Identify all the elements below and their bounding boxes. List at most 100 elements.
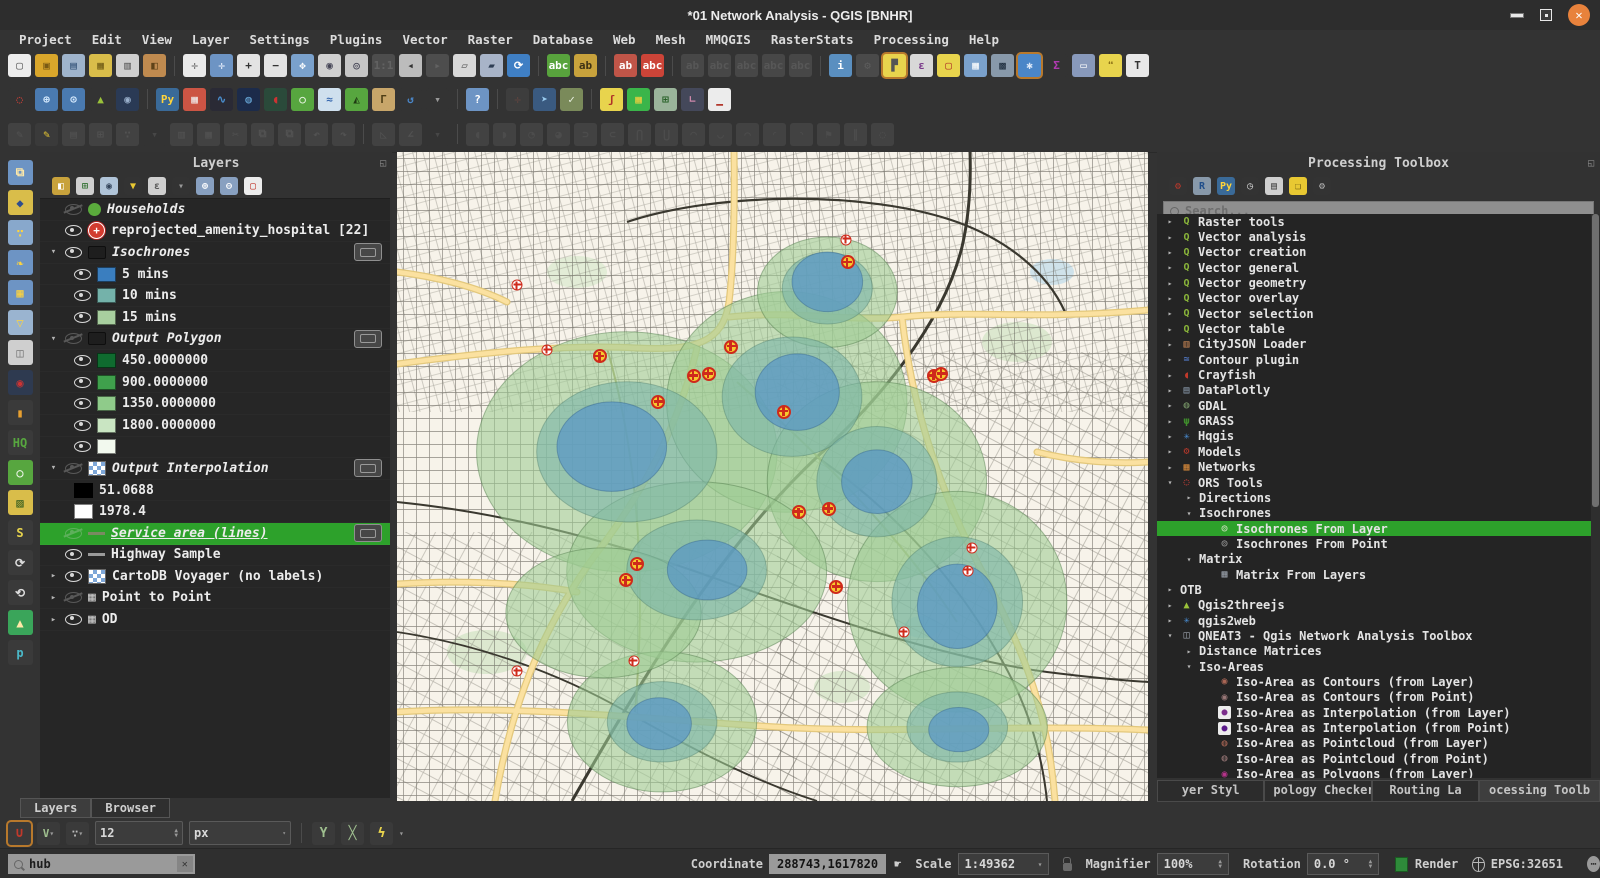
menu-plugins[interactable]: Plugins — [321, 31, 392, 48]
label-toolbar-icon[interactable]: ab — [574, 54, 597, 77]
crs-status[interactable]: EPSG:32651 — [1491, 857, 1563, 871]
visibility-eye-icon[interactable] — [74, 420, 91, 431]
crs-globe-icon[interactable] — [1472, 857, 1485, 872]
new-layout-icon[interactable]: ▱ — [453, 54, 476, 77]
plot-axes-icon[interactable]: ∟ — [681, 88, 704, 111]
layer-row-point-to-point[interactable]: ▸▦Point to Point — [40, 588, 390, 610]
map-tips-icon[interactable]: ❝ — [1099, 54, 1122, 77]
dock-tab-browser[interactable]: Browser — [91, 798, 170, 818]
menu-help[interactable]: Help — [960, 31, 1008, 48]
dock-tab-yer-styl[interactable]: yer Styl — [1157, 780, 1264, 802]
filter-legend-icon[interactable]: ▼ — [124, 177, 142, 195]
menu-layer[interactable]: Layer — [183, 31, 239, 48]
toolbox-item-iso-area-as-interpolation-from-layer-[interactable]: ●Iso-Area as Interpolation (from Layer) — [1157, 705, 1591, 720]
identify-features-icon[interactable]: i — [829, 54, 852, 77]
layer-row-isochrones[interactable]: ▾Isochrones — [40, 242, 390, 264]
add-spatialite-icon[interactable]: ❧ — [8, 250, 33, 275]
menu-database[interactable]: Database — [524, 31, 602, 48]
add-virtual-layer-icon[interactable]: ▽ — [8, 310, 33, 335]
visibility-eye-icon[interactable] — [65, 333, 82, 344]
visibility-eye-icon[interactable] — [74, 377, 91, 388]
minimize-button[interactable] — [1510, 13, 1524, 18]
expand-arrow-icon[interactable]: ▸ — [1165, 401, 1175, 410]
zoom-last-icon[interactable]: ◂ — [399, 54, 422, 77]
select-features-icon[interactable]: ▛ — [883, 54, 906, 77]
edit-features-inplace-icon[interactable]: ❏ — [1289, 177, 1307, 195]
visibility-eye-icon[interactable] — [65, 614, 82, 625]
layer-row-900-0000000[interactable]: 900.0000000 — [40, 372, 390, 394]
zoom-full-icon[interactable]: ✥ — [291, 54, 314, 77]
lazy-hammer-icon[interactable]: Γ — [372, 88, 395, 111]
dataplotly-icon[interactable]: ▦ — [183, 88, 206, 111]
dock-tab-routing-la[interactable]: Routing La — [1372, 780, 1479, 802]
zoom-out-icon[interactable]: − — [264, 54, 287, 77]
pan-map-icon[interactable]: ✛ — [183, 54, 206, 77]
collapse-arrow-icon[interactable]: ▾ — [1184, 662, 1194, 671]
snap-intersection-icon[interactable]: ϟ — [370, 822, 393, 845]
dock-tab-pology-checker-pa[interactable]: pology Checker Pa — [1264, 780, 1371, 802]
layer-indicator-badge[interactable] — [354, 459, 382, 477]
toolbox-item-distance-matrices[interactable]: ▸Distance Matrices — [1157, 644, 1591, 659]
visibility-eye-icon[interactable] — [65, 225, 82, 236]
toolbox-item-vector-selection[interactable]: ▸QVector selection — [1157, 306, 1591, 321]
ors-tools-icon[interactable]: ◌ — [8, 88, 31, 111]
visibility-eye-icon[interactable] — [74, 290, 91, 301]
toolbox-item-iso-areas[interactable]: ▾Iso-Areas — [1157, 659, 1591, 674]
undo-blue-icon[interactable]: ↺ — [399, 88, 422, 111]
snapping-units-dropdown[interactable]: px▾ — [189, 821, 291, 845]
select-by-expression-icon[interactable]: ε — [910, 54, 933, 77]
db-manager-icon[interactable]: ◫ — [8, 340, 33, 365]
snapping-type-icon[interactable]: ∵▾ — [66, 822, 89, 845]
collapse-all-icon[interactable]: ⊖ — [220, 177, 238, 195]
collapse-arrow-icon[interactable]: ▾ — [48, 247, 59, 257]
expand-arrow-icon[interactable]: ▸ — [1165, 294, 1175, 303]
visibility-eye-icon[interactable] — [74, 269, 91, 280]
toolbox-item-isochrones-from-layer[interactable]: ◎Isochrones From Layer — [1157, 521, 1591, 536]
expand-arrow-icon[interactable]: ▸ — [1165, 386, 1175, 395]
expand-arrow-icon[interactable]: ▸ — [1165, 585, 1175, 594]
style-manager-icon[interactable]: ◧ — [143, 54, 166, 77]
contour-plugin-icon[interactable]: ≈ — [318, 88, 341, 111]
metasearch-icon[interactable]: ◉ — [116, 88, 139, 111]
crayfish-icon[interactable]: ◖ — [264, 88, 287, 111]
expand-arrow-icon[interactable]: ▸ — [1165, 263, 1175, 272]
collapse-arrow-icon[interactable]: ▾ — [1184, 509, 1194, 518]
maximize-button[interactable] — [1540, 9, 1552, 21]
expand-arrow-icon[interactable]: ▸ — [1165, 447, 1175, 456]
toolbox-item-contour-plugin[interactable]: ▸≃Contour plugin — [1157, 352, 1591, 367]
toolbox-item-raster-tools[interactable]: ▸QRaster tools — [1157, 214, 1591, 229]
filter-caret-icon[interactable]: ▾ — [172, 177, 190, 195]
filter-expression-icon[interactable]: ε — [148, 177, 166, 195]
menu-web[interactable]: Web — [604, 31, 645, 48]
avoid-overlap-icon[interactable]: ╳ — [341, 822, 364, 845]
mouse-extent-icon[interactable]: ☛ — [894, 857, 901, 871]
menu-raster[interactable]: Raster — [459, 31, 522, 48]
visibility-eye-icon[interactable] — [65, 549, 82, 560]
expand-arrow-icon[interactable]: ▸ — [1165, 248, 1175, 257]
results-viewer-icon[interactable]: ▤ — [1265, 177, 1283, 195]
measure-line-icon[interactable]: ▭ — [1072, 54, 1095, 77]
terrain-shading-icon[interactable]: ◭ — [345, 88, 368, 111]
zoom-to-selection-icon[interactable]: ◉ — [318, 54, 341, 77]
menu-view[interactable]: View — [133, 31, 181, 48]
collapse-arrow-icon[interactable]: ▾ — [48, 334, 59, 344]
refresh-cw-icon[interactable]: ⟳ — [8, 550, 33, 575]
snapping-mode-icon[interactable]: V▾ — [37, 822, 60, 845]
label-highlight-icon[interactable]: abc — [641, 54, 664, 77]
toolbox-item-networks[interactable]: ▸▦Networks — [1157, 460, 1591, 475]
scale-dropdown[interactable]: 1:49362▾ — [958, 853, 1050, 875]
menu-vector[interactable]: Vector — [393, 31, 456, 48]
menu-mmqgis[interactable]: MMQGIS — [697, 31, 760, 48]
layer-row-15-mins[interactable]: 15 mins — [40, 307, 390, 329]
table-add-icon[interactable]: ⊞ — [654, 88, 677, 111]
expand-arrow-icon[interactable]: ▸ — [1165, 309, 1175, 318]
dock-tab-ocessing-toolb[interactable]: ocessing Toolb — [1479, 780, 1600, 802]
mmqgis-globe-a-icon[interactable]: ⊙ — [62, 88, 85, 111]
add-delimited-text-icon[interactable]: ∵ — [8, 220, 33, 245]
visibility-eye-icon[interactable] — [74, 398, 91, 409]
undock-icon[interactable]: ◱ — [1588, 158, 1594, 169]
refresh-ccw-icon[interactable]: ⟲ — [8, 580, 33, 605]
render-checkbox[interactable] — [1395, 857, 1408, 872]
visibility-eye-icon[interactable] — [65, 463, 82, 474]
snapping-tolerance-stepper[interactable]: 12▲▼ — [95, 821, 183, 845]
